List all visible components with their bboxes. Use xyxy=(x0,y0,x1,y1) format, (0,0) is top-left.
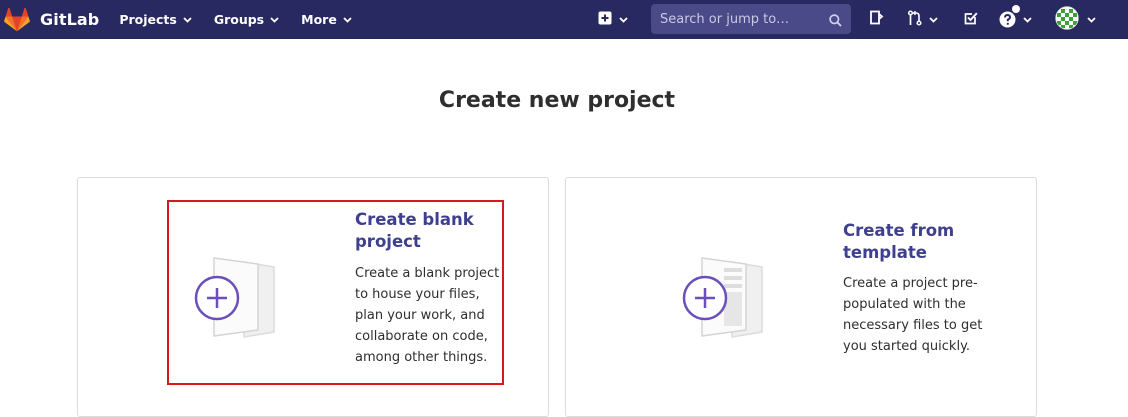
gitlab-logo-icon xyxy=(4,7,30,32)
todos-button[interactable] xyxy=(964,0,978,39)
blank-card-desc-line: plan your work, and xyxy=(355,308,485,323)
nav-groups-dropdown[interactable]: Groups xyxy=(214,12,279,27)
blank-card-title[interactable]: Create blank project xyxy=(355,209,474,253)
chevron-down-icon xyxy=(929,16,938,23)
blank-card-title-line: project xyxy=(355,232,421,251)
blank-card-desc-line: among other things. xyxy=(355,350,488,365)
chevron-down-icon xyxy=(183,16,192,23)
chevron-down-icon xyxy=(619,16,628,23)
template-card-desc-line: populated with the xyxy=(843,297,966,312)
todo-check-icon xyxy=(964,10,978,29)
template-card-description: Create a project pre- populated with the… xyxy=(843,273,982,357)
blank-card-desc-line: Create a blank project xyxy=(355,266,500,281)
user-menu-dropdown[interactable] xyxy=(1055,0,1096,39)
avatar xyxy=(1055,5,1079,34)
search-icon xyxy=(829,12,842,31)
merge-requests-dropdown[interactable] xyxy=(907,0,938,39)
nav-more-dropdown[interactable]: More xyxy=(301,12,352,27)
template-card-title[interactable]: Create from template xyxy=(843,220,954,264)
blank-card-title-line: Create blank xyxy=(355,210,474,229)
nav-projects-dropdown[interactable]: Projects xyxy=(119,12,192,27)
template-card-desc-line: Create a project pre- xyxy=(843,276,978,291)
template-card-desc-line: you started quickly. xyxy=(843,339,971,354)
plus-square-icon xyxy=(598,10,612,29)
issues-icon xyxy=(869,10,884,29)
nav-more-label: More xyxy=(301,12,337,27)
chevron-down-icon xyxy=(1087,16,1096,23)
nav-groups-label: Groups xyxy=(213,12,265,27)
blank-card-desc-line: collaborate on code, xyxy=(355,329,488,344)
help-icon xyxy=(999,5,1020,28)
issues-button[interactable] xyxy=(869,0,884,39)
notification-dot xyxy=(1012,5,1020,13)
template-illustration-icon xyxy=(682,257,763,338)
blank-card-description: Create a blank project to house your fil… xyxy=(355,263,499,368)
merge-request-icon xyxy=(907,9,923,30)
nav-projects-label: Projects xyxy=(119,12,177,27)
template-card-title-line: template xyxy=(843,243,927,262)
blank-card-desc-line: to house your files, xyxy=(355,287,480,302)
template-card-title-line: Create from xyxy=(843,221,955,240)
new-item-dropdown[interactable] xyxy=(598,0,628,39)
chevron-down-icon xyxy=(343,16,352,23)
chevron-down-icon xyxy=(270,16,279,23)
top-navbar: GitLab Projects Groups More xyxy=(0,0,1128,39)
search-input[interactable] xyxy=(660,11,825,27)
brand-name: GitLab xyxy=(40,10,100,29)
chevron-down-icon xyxy=(1023,16,1032,23)
gitlab-home-link[interactable]: GitLab xyxy=(4,0,119,39)
page-title: Create new project xyxy=(438,88,676,113)
template-card-desc-line: necessary files to get xyxy=(843,318,983,333)
search-box[interactable] xyxy=(651,4,851,34)
help-dropdown[interactable] xyxy=(999,0,1032,39)
blank-project-illustration-icon xyxy=(194,257,275,338)
